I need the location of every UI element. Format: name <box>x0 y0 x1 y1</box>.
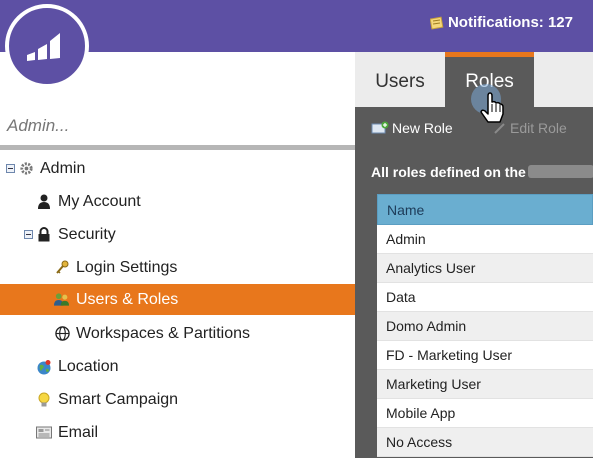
bars-logo-icon <box>27 33 60 61</box>
tree-item-login-settings[interactable]: Login Settings <box>54 252 177 283</box>
marketo-logo[interactable] <box>5 4 89 88</box>
table-row[interactable]: Data <box>377 283 593 312</box>
table-row[interactable]: Analytics User <box>377 254 593 283</box>
edit-role-label: Edit Role <box>510 120 567 136</box>
tree-item-label: Location <box>58 357 119 375</box>
notifications-label: Notifications: 127 <box>447 14 573 31</box>
person-icon <box>36 194 52 210</box>
table-row[interactable]: Domo Admin <box>377 312 593 341</box>
tree-item-email[interactable]: Email <box>36 417 98 448</box>
sidebar-divider <box>0 145 355 150</box>
new-role-label: New Role <box>392 120 453 136</box>
new-role-icon <box>371 121 389 134</box>
email-icon <box>36 425 52 441</box>
gear-icon <box>18 161 34 177</box>
tree-item-workspaces-partitions[interactable]: Workspaces & Partitions <box>54 318 250 349</box>
lightbulb-icon <box>36 392 52 408</box>
tree-item-my-account[interactable]: My Account <box>36 186 141 217</box>
hand-cursor-icon <box>471 84 504 123</box>
new-role-button[interactable]: New Role <box>371 120 453 136</box>
globe-icon <box>36 359 52 375</box>
collapse-icon[interactable] <box>24 230 33 239</box>
notification-icon <box>429 16 444 30</box>
keys-icon <box>54 260 70 276</box>
table-row[interactable]: Admin <box>377 225 593 254</box>
tree-item-label: Email <box>58 423 99 441</box>
redacted-text <box>528 165 593 178</box>
globe-grid-icon <box>54 326 70 342</box>
tree-item-security[interactable]: Security <box>24 219 116 250</box>
table-row[interactable]: No Access <box>377 428 593 457</box>
column-header-name[interactable]: Name <box>377 194 593 225</box>
lock-icon <box>36 227 52 243</box>
tree-item-label: My Account <box>58 192 141 210</box>
table-row[interactable]: Marketing User <box>377 370 593 399</box>
tree-item-location[interactable]: Location <box>36 351 119 382</box>
collapse-icon[interactable] <box>6 164 15 173</box>
tree-item-label: Workspaces & Partitions <box>76 324 250 342</box>
tree-item-label: Admin <box>40 159 86 177</box>
admin-search-input[interactable]: Admin... <box>7 116 69 136</box>
notifications-button[interactable]: Notifications: 127 <box>429 14 573 31</box>
tree-item-smart-campaign[interactable]: Smart Campaign <box>36 384 178 415</box>
tree-item-label: Smart Campaign <box>58 390 179 408</box>
table-row[interactable]: Mobile App <box>377 399 593 428</box>
tab-users[interactable]: Users <box>355 57 445 107</box>
tree-item-label: Security <box>58 225 116 243</box>
users-icon <box>54 292 70 308</box>
tree-item-label: Users & Roles <box>76 290 179 308</box>
roles-table: Name Admin Analytics User Data Domo Admi… <box>377 194 593 457</box>
tree-item-users-roles[interactable]: Users & Roles <box>0 284 355 315</box>
tree-item-admin[interactable]: Admin <box>6 153 85 184</box>
roles-description: All roles defined on the <box>371 164 526 180</box>
table-row[interactable]: FD - Marketing User <box>377 341 593 370</box>
tree-item-label: Login Settings <box>76 258 178 276</box>
